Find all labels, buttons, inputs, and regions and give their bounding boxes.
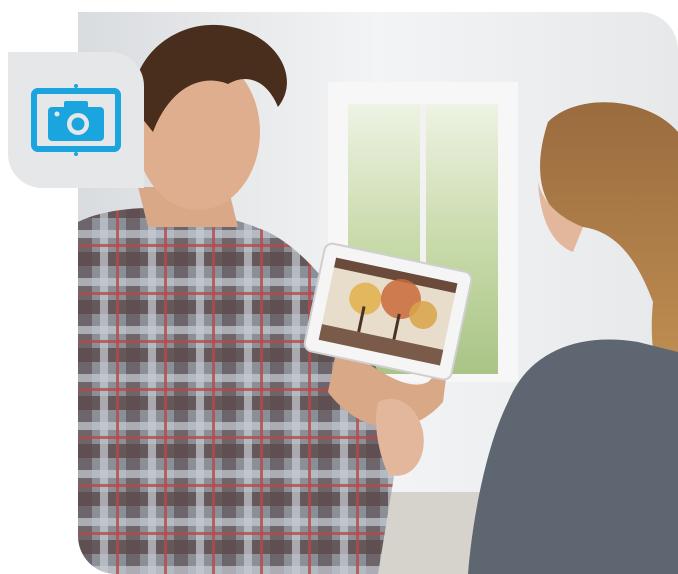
photo bbox=[78, 12, 678, 574]
image-card bbox=[0, 0, 678, 574]
camera-badge bbox=[8, 52, 144, 188]
photo-scene bbox=[78, 12, 678, 574]
camera-icon bbox=[31, 84, 121, 156]
